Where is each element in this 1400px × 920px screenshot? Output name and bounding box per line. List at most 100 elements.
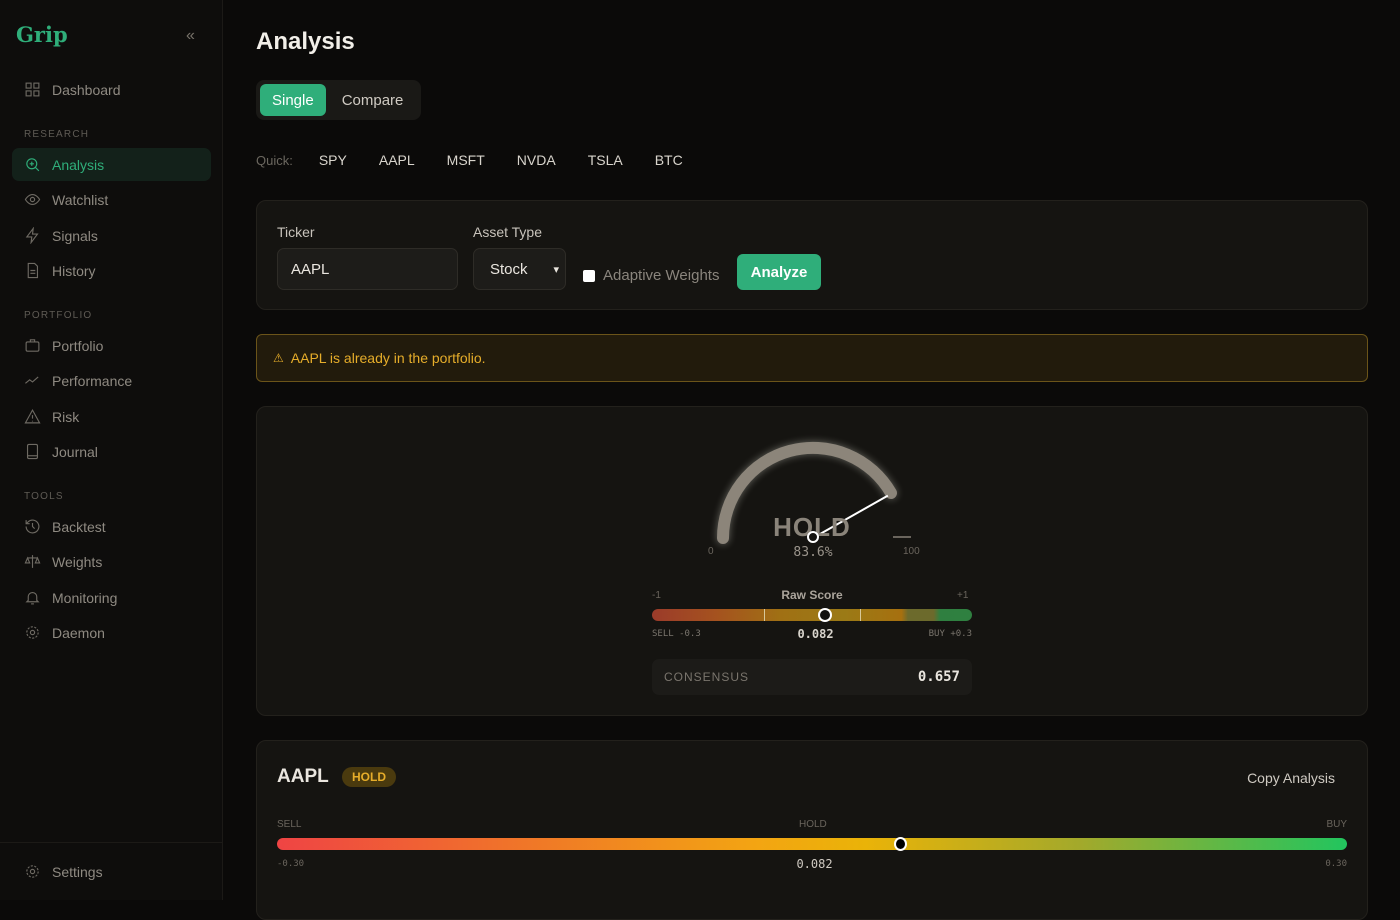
- trend-icon: [24, 372, 41, 389]
- eye-icon: [24, 191, 41, 208]
- quick-msft[interactable]: MSFT: [431, 152, 501, 168]
- signal-spectrum-bar: [277, 838, 1347, 850]
- bell-icon: [24, 589, 41, 606]
- sidebar-item-risk[interactable]: Risk: [12, 400, 211, 433]
- buy-threshold: [860, 609, 861, 621]
- sell-threshold-label: SELL -0.3: [652, 629, 701, 639]
- raw-score-title: Raw Score: [737, 588, 887, 602]
- sidebar-item-monitoring[interactable]: Monitoring: [12, 581, 211, 614]
- consensus-value: 0.657: [918, 669, 960, 685]
- gauge-max: 100: [903, 546, 920, 557]
- sidebar-item-journal[interactable]: Journal: [12, 435, 211, 468]
- needle-pivot: [807, 531, 819, 543]
- quick-label: Quick:: [256, 153, 293, 168]
- sidebar-item-dashboard[interactable]: Dashboard: [12, 73, 211, 106]
- spectrum-value: 0.082: [777, 857, 852, 871]
- analyze-button[interactable]: Analyze: [737, 254, 821, 290]
- sell-label: SELL: [277, 819, 301, 830]
- adaptive-weights-checkbox[interactable]: [583, 270, 595, 282]
- summary-card: AAPL HOLD Copy Analysis SELL HOLD BUY -0…: [256, 740, 1368, 920]
- sidebar-item-analysis[interactable]: Analysis: [12, 148, 211, 181]
- signal-marker: [894, 837, 907, 851]
- sidebar-item-signals[interactable]: Signals: [12, 219, 211, 252]
- scale-icon: [24, 553, 41, 570]
- gauge-min: 0: [708, 546, 714, 557]
- copy-analysis-button[interactable]: Copy Analysis: [1247, 770, 1335, 786]
- asset-type-value: Stock: [490, 261, 528, 278]
- sidebar-item-backtest[interactable]: Backtest: [12, 510, 211, 543]
- book-icon: [24, 443, 41, 460]
- collapse-sidebar-icon[interactable]: «: [186, 27, 195, 45]
- sidebar-item-settings[interactable]: Settings: [12, 855, 211, 888]
- raw-min: -1: [652, 590, 661, 601]
- logo: Grip: [16, 22, 68, 47]
- adaptive-weights-label: Adaptive Weights: [603, 267, 719, 284]
- label: Weights: [52, 554, 102, 570]
- warning-icon: ⚠: [273, 351, 284, 365]
- lightning-icon: [24, 227, 41, 244]
- analysis-form: Ticker AAPL Asset Type Stock ▾ Adaptive W…: [256, 200, 1368, 310]
- asset-type-select[interactable]: Stock ▾: [473, 248, 566, 290]
- history-icon: [24, 518, 41, 535]
- label: Monitoring: [52, 590, 117, 606]
- gear-icon: [24, 624, 41, 641]
- section-research: RESEARCH: [24, 129, 89, 140]
- quick-aapl[interactable]: AAPL: [363, 152, 431, 168]
- tab-compare[interactable]: Compare: [326, 84, 416, 116]
- label: Signals: [52, 228, 98, 244]
- sidebar-item-weights[interactable]: Weights: [12, 545, 211, 578]
- ticker-input[interactable]: AAPL: [277, 248, 458, 290]
- gauge-percent: 83.6%: [757, 545, 869, 560]
- sidebar-footer: Settings: [0, 842, 223, 843]
- ticker-label: Ticker: [277, 224, 315, 240]
- raw-score-marker: [818, 608, 832, 622]
- quick-spy[interactable]: SPY: [303, 152, 363, 168]
- mode-toggle: Single Compare: [256, 80, 421, 120]
- quick-tsla[interactable]: TSLA: [572, 152, 639, 168]
- buy-threshold-label: BUY +0.3: [912, 629, 972, 639]
- label: Daemon: [52, 625, 105, 641]
- page-title: Analysis: [256, 28, 355, 56]
- label: Backtest: [52, 519, 106, 535]
- asset-type-label: Asset Type: [473, 224, 542, 240]
- label: History: [52, 263, 96, 279]
- label: Watchlist: [52, 192, 108, 208]
- chevron-down-icon: ▾: [553, 263, 559, 276]
- raw-max: +1: [957, 590, 968, 601]
- quick-btc[interactable]: BTC: [639, 152, 699, 168]
- consensus-box: CONSENSUS 0.657: [652, 659, 972, 695]
- sidebar-item-history[interactable]: History: [12, 254, 211, 287]
- tab-single[interactable]: Single: [260, 84, 326, 116]
- portfolio-alert: ⚠ AAPL is already in the portfolio.: [256, 334, 1368, 382]
- briefcase-icon: [24, 337, 41, 354]
- label: Risk: [52, 409, 79, 425]
- sidebar: Grip « Dashboard RESEARCH Analysis Watch…: [0, 0, 223, 900]
- gear-icon: [24, 863, 41, 880]
- raw-score-bar: [652, 609, 972, 621]
- section-tools: TOOLS: [24, 491, 64, 502]
- sidebar-item-performance[interactable]: Performance: [12, 364, 211, 397]
- raw-score-value: 0.082: [757, 627, 874, 641]
- buy-label: BUY: [1326, 819, 1347, 830]
- label: Performance: [52, 373, 132, 389]
- grid-icon: [24, 81, 41, 98]
- quick-nvda[interactable]: NVDA: [501, 152, 572, 168]
- sidebar-item-daemon[interactable]: Daemon: [12, 616, 211, 649]
- warning-icon: [24, 408, 41, 425]
- hold-label: HOLD: [799, 819, 827, 830]
- label: Journal: [52, 444, 98, 460]
- section-portfolio: PORTFOLIO: [24, 310, 92, 321]
- sidebar-item-watchlist[interactable]: Watchlist: [12, 183, 211, 216]
- sidebar-item-portfolio[interactable]: Portfolio: [12, 329, 211, 362]
- alert-text: AAPL is already in the portfolio.: [291, 350, 486, 366]
- label: Analysis: [52, 157, 104, 173]
- spectrum-max: 0.30: [1325, 859, 1347, 869]
- label: Settings: [52, 864, 103, 880]
- sell-threshold: [764, 609, 765, 621]
- consensus-label: CONSENSUS: [664, 670, 749, 684]
- label: Portfolio: [52, 338, 103, 354]
- document-icon: [24, 262, 41, 279]
- signal-badge: HOLD: [342, 767, 396, 787]
- search-plus-icon: [24, 156, 41, 173]
- spectrum-min: -0.30: [277, 859, 304, 869]
